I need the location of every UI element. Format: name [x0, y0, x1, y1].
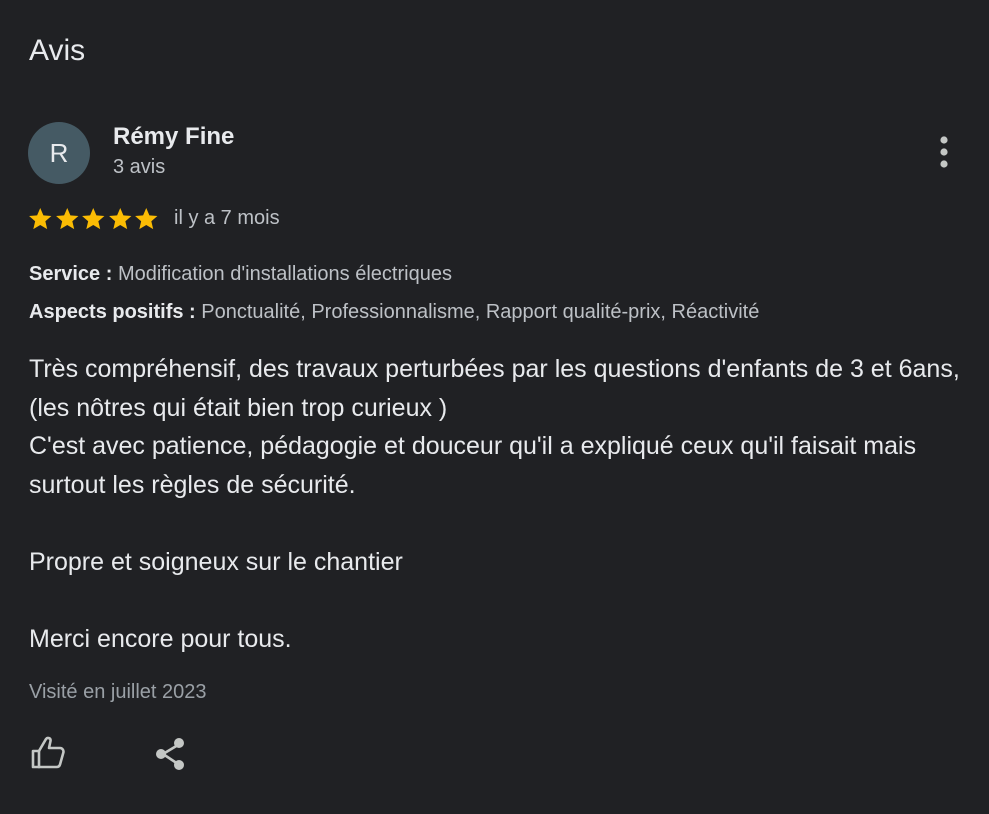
aspects-label: Aspects positifs : — [29, 301, 196, 323]
review-text-line: Très compréhensif, des travaux perturbée… — [29, 355, 960, 422]
review-date: il y a 7 mois — [174, 207, 280, 229]
service-label: Service : — [29, 263, 113, 285]
author-reviews-count: 3 avis — [113, 156, 166, 178]
thumb-up-icon — [31, 736, 65, 769]
star-icon — [29, 207, 52, 230]
avatar-initial: R — [49, 137, 69, 168]
like-button[interactable] — [26, 731, 70, 775]
avatar[interactable]: R — [28, 122, 90, 184]
share-button[interactable] — [148, 732, 192, 776]
review-text-line: C'est avec patience, pédagogie et douceu… — [29, 432, 917, 499]
more-vert-icon — [940, 136, 948, 168]
review-text-line: Merci encore pour tous. — [29, 624, 292, 653]
share-icon — [156, 738, 184, 770]
star-icon — [135, 207, 158, 230]
star-icon — [82, 207, 105, 230]
aspects-line: Aspects positifs : Ponctualité, Professi… — [29, 300, 759, 324]
star-icon — [108, 207, 131, 230]
star-rating — [27, 205, 160, 233]
star-icon — [55, 207, 78, 230]
review-text-line: Propre et soigneux sur le chantier — [29, 547, 403, 576]
service-line: Service : Modification d'installations é… — [29, 262, 452, 286]
service-value: Modification d'installations électriques — [117, 263, 452, 285]
more-options-button[interactable] — [924, 130, 964, 174]
author-name[interactable]: Rémy Fine — [113, 122, 234, 152]
visited-date: Visité en juillet 2023 — [29, 681, 207, 703]
page-title: Avis — [29, 34, 86, 67]
aspects-value: Ponctualité, Professionnalisme, Rapport … — [201, 301, 760, 323]
review-text: Très compréhensif, des travaux perturbée… — [29, 350, 964, 658]
